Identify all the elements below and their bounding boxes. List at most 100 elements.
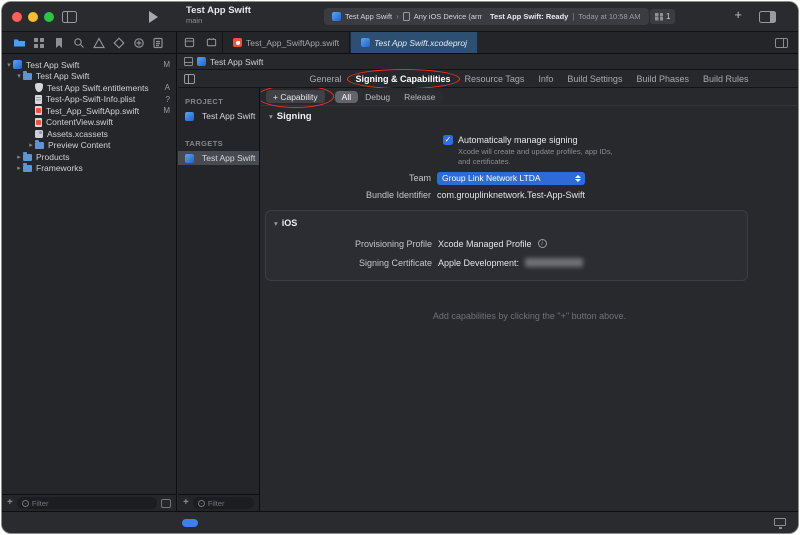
xcode-project-icon: [185, 112, 194, 121]
tab-signing-capabilities[interactable]: Signing & Capabilities: [356, 74, 451, 84]
toggle-inspector-icon[interactable]: [759, 11, 776, 23]
disclosure-chevron-icon[interactable]: ▸: [27, 141, 35, 149]
display-icon[interactable]: [774, 518, 786, 526]
project-navigator-icon[interactable]: [13, 36, 26, 49]
source-control-navigator-icon[interactable]: [33, 36, 46, 49]
signing-certificate-value: Apple Development:: [438, 258, 519, 268]
recent-files-icon[interactable]: [200, 32, 222, 53]
report-navigator-icon[interactable]: [152, 36, 165, 49]
filter-recent-icon[interactable]: [161, 499, 171, 508]
scm-status-badge: A: [165, 83, 170, 92]
bookmark-navigator-icon[interactable]: [53, 36, 66, 49]
disclosure-chevron-icon[interactable]: ▾: [5, 61, 13, 69]
target-row[interactable]: Test App Swift: [178, 151, 259, 165]
screenshot-stage: Test App Swift main Test App Swift › Any…: [0, 0, 800, 535]
device-icon: [403, 12, 410, 21]
navigator-item-info-plist[interactable]: Test-App-Swift-Info.plist ?: [2, 94, 176, 106]
navigator-item-app-swift[interactable]: Test_App_SwiftApp.swift M: [2, 105, 176, 117]
scm-status-badge: M: [163, 60, 170, 69]
tab-build-phases[interactable]: Build Phases: [636, 74, 689, 84]
navigator-item-frameworks[interactable]: ▸ Frameworks: [2, 163, 176, 175]
minimize-window-button[interactable]: [28, 12, 38, 22]
xcode-window: Test App Swift main Test App Swift › Any…: [2, 2, 798, 533]
item-label: Test App Swift: [26, 60, 79, 70]
tab-resource-tags[interactable]: Resource Tags: [465, 74, 525, 84]
editor-tab-label: Test App Swift.xcodeproj: [374, 38, 467, 48]
bundle-identifier-field[interactable]: com.grouplinknetwork.Test-App-Swift: [437, 190, 585, 200]
disclosure-chevron-icon[interactable]: ▸: [15, 153, 23, 161]
test-navigator-icon[interactable]: [112, 36, 125, 49]
pipe-separator: |: [572, 12, 574, 21]
tab-row: Test_App_SwiftApp.swift Test App Swift.x…: [2, 32, 798, 54]
provisioning-profile-row: Provisioning Profile Xcode Managed Profi…: [266, 239, 747, 249]
navigator-item-entitlements[interactable]: Test App Swift.entitlements A: [2, 82, 176, 94]
disclosure-chevron-icon[interactable]: ▸: [15, 164, 23, 172]
navigator-item-products[interactable]: ▸ Products: [2, 151, 176, 163]
related-items-icon[interactable]: [184, 57, 193, 66]
panel-filter-field[interactable]: Filter: [193, 497, 254, 509]
tab-build-rules[interactable]: Build Rules: [703, 74, 749, 84]
folder-icon: [23, 73, 32, 80]
toggle-navigator-icon[interactable]: [62, 11, 77, 23]
navigator-item-project[interactable]: ▾ Test App Swift M: [2, 59, 176, 71]
run-button[interactable]: [149, 11, 158, 23]
hide-project-panel-icon[interactable]: [184, 74, 195, 84]
capabilities-hint-text: Add capabilities by clicking the "+" but…: [261, 311, 798, 321]
add-target-button[interactable]: +: [183, 498, 189, 508]
entitlements-icon: [35, 83, 43, 92]
redacted-certificate-name: [525, 258, 583, 267]
tab-general[interactable]: General: [309, 74, 341, 84]
swift-file-icon: [35, 106, 42, 115]
target-row-label: Test App Swift: [202, 153, 255, 163]
find-navigator-icon[interactable]: [73, 36, 86, 49]
navigator-item-group[interactable]: ▾ Test App Swift: [2, 71, 176, 83]
editor-tab-swift-file[interactable]: Test_App_SwiftApp.swift: [222, 32, 350, 53]
project-row[interactable]: Test App Swift: [178, 109, 259, 123]
debug-navigator-icon[interactable]: [132, 36, 145, 49]
team-dropdown[interactable]: Group Link Network LTDA: [437, 172, 585, 185]
split-editor-icon[interactable]: [775, 38, 788, 48]
navigator-filter-field[interactable]: Filter: [17, 497, 157, 509]
project-editor-tabs: General Signing & Capabilities Resource …: [260, 70, 798, 87]
progress-indicator: [182, 519, 198, 527]
navigator-item-contentview[interactable]: ContentView.swift: [2, 117, 176, 129]
tab-build-settings[interactable]: Build Settings: [567, 74, 622, 84]
segment-release[interactable]: Release: [397, 91, 442, 103]
tab-bar-right-controls: [775, 32, 798, 53]
tab-label: Signing & Capabilities: [356, 74, 451, 84]
segment-all[interactable]: All: [335, 91, 358, 103]
scheme-destination-picker[interactable]: Test App Swift › Any iOS Device (arm64): [324, 8, 503, 25]
zoom-window-button[interactable]: [44, 12, 54, 22]
info-icon[interactable]: i: [538, 239, 547, 248]
branch-name: main: [186, 17, 251, 26]
segment-debug[interactable]: Debug: [358, 91, 397, 103]
auto-manage-signing-checkbox[interactable]: [443, 135, 453, 145]
add-tab-button[interactable]: +: [734, 7, 742, 22]
navigator-item-assets[interactable]: Assets.xcassets: [2, 128, 176, 140]
item-label: Test-App-Swift-Info.plist: [46, 94, 135, 104]
project-row-label: Test App Swift: [202, 111, 255, 121]
issue-badge[interactable]: 1: [650, 9, 675, 24]
signing-section-header[interactable]: ▾ Signing: [261, 107, 798, 125]
tab-overview-icon[interactable]: [178, 32, 200, 53]
navigator-item-preview-content[interactable]: ▸ Preview Content: [2, 140, 176, 152]
signing-certificate-label: Signing Certificate: [266, 258, 438, 268]
tab-info[interactable]: Info: [538, 74, 553, 84]
issue-count: 1: [666, 12, 670, 21]
jump-bar[interactable]: Test App Swift: [178, 54, 798, 70]
add-capability-button[interactable]: + Capability: [266, 90, 325, 103]
xcode-project-icon: [13, 60, 22, 69]
disclosure-chevron-icon[interactable]: ▾: [15, 72, 23, 80]
signing-capabilities-pane: + Capability All Debug Release ▾ Signing…: [261, 88, 798, 511]
ios-section-header[interactable]: ▾ iOS: [266, 217, 747, 230]
close-window-button[interactable]: [12, 12, 22, 22]
project-targets-panel: PROJECT Test App Swift TARGETS Test App …: [178, 88, 260, 511]
bottom-status-bar: [2, 511, 798, 533]
file-tree: ▾ Test App Swift M ▾ Test App Swift Test…: [2, 59, 176, 174]
project-editor-tab-row: General Signing & Capabilities Resource …: [178, 70, 798, 88]
editor-tab-xcodeproj[interactable]: Test App Swift.xcodeproj: [350, 32, 478, 53]
activity-status[interactable]: Test App Swift: Ready | Today at 10:58 A…: [482, 8, 649, 25]
issue-navigator-icon[interactable]: [92, 36, 105, 49]
add-file-button[interactable]: +: [7, 498, 13, 508]
item-label: Test App Swift.entitlements: [47, 83, 149, 93]
